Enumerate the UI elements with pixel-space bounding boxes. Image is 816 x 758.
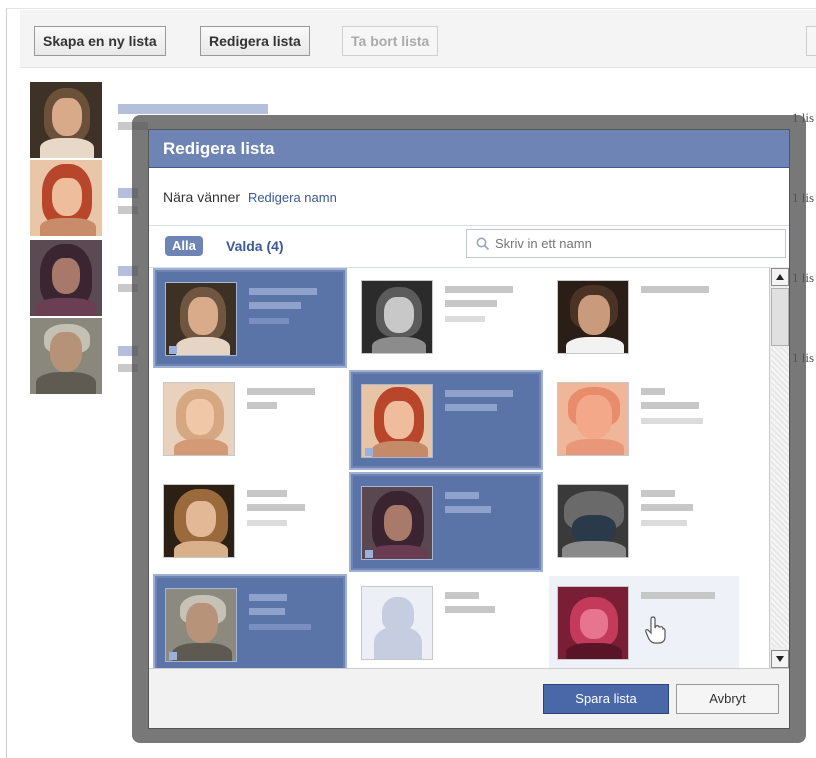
hand-cursor-icon	[645, 616, 666, 644]
selected-check-icon	[365, 550, 373, 558]
cancel-button[interactable]: Avbryt	[676, 684, 779, 714]
friend-network	[641, 418, 703, 424]
friend-photo	[361, 486, 433, 560]
friend-network	[247, 520, 287, 526]
friend-photo	[557, 586, 629, 660]
friend-photo	[163, 484, 235, 558]
friend-tile[interactable]	[351, 474, 541, 570]
friend-name	[641, 286, 709, 293]
friend-name	[641, 388, 665, 395]
friend-tile[interactable]	[155, 270, 345, 366]
list-name: Nära vänner	[163, 189, 241, 205]
list-member-name[interactable]	[118, 104, 268, 114]
save-list-button[interactable]: Spara lista	[543, 684, 669, 714]
filter-selected-tab[interactable]: Valda (4)	[226, 236, 284, 256]
friend-photo	[557, 382, 629, 456]
selected-check-icon	[169, 346, 177, 354]
friend-name	[247, 490, 287, 497]
filter-row: Alla Valda (4)	[149, 226, 789, 266]
friend-name	[641, 504, 693, 511]
friend-network	[247, 402, 277, 409]
friend-tile[interactable]	[155, 474, 345, 570]
scroll-up-arrow-icon[interactable]	[771, 268, 789, 286]
friend-tile[interactable]	[549, 372, 739, 468]
friend-name	[249, 608, 285, 615]
friend-tile[interactable]	[549, 270, 739, 366]
selected-check-icon	[365, 448, 373, 456]
friend-photo	[163, 382, 235, 456]
friend-network	[249, 624, 311, 630]
friend-photo	[557, 280, 629, 354]
friend-name	[247, 388, 315, 395]
friend-name	[445, 592, 479, 599]
delete-list-button[interactable]: Ta bort lista	[342, 26, 439, 56]
friend-name	[445, 390, 513, 397]
friend-tile[interactable]	[353, 270, 543, 366]
friend-photo	[165, 282, 237, 356]
filter-all-tab[interactable]: Alla	[165, 236, 203, 256]
edit-list-dialog: Redigera lista Nära vänner Redigera namn…	[148, 129, 790, 729]
friend-name	[641, 490, 675, 497]
friend-network	[641, 520, 687, 526]
friend-network	[249, 318, 289, 324]
list-member-avatar[interactable]	[30, 160, 102, 236]
friend-search-input[interactable]	[493, 233, 773, 254]
selected-check-icon	[169, 652, 177, 660]
friend-photo	[557, 484, 629, 558]
friend-name	[445, 404, 497, 411]
friend-name	[445, 286, 513, 293]
list-member-avatar[interactable]	[30, 240, 102, 316]
scroll-thumb[interactable]	[771, 288, 789, 346]
friend-name	[445, 606, 495, 613]
friend-name	[249, 288, 317, 295]
friend-photo	[361, 586, 433, 660]
scroll-down-arrow-icon[interactable]	[771, 650, 789, 668]
list-name-row: Nära vänner Redigera namn	[149, 168, 789, 226]
friend-name	[445, 506, 491, 513]
toolbar-overflow-button[interactable]	[806, 26, 816, 56]
friends-grid	[149, 267, 769, 669]
friend-name	[641, 592, 715, 599]
dialog-title: Redigera lista	[149, 130, 789, 168]
friend-name	[249, 302, 301, 309]
dialog-footer: Spara lista Avbryt	[149, 668, 789, 728]
friend-name	[445, 492, 479, 499]
friends-scrollbar[interactable]	[769, 267, 789, 669]
friend-name	[247, 504, 305, 511]
friend-photo	[361, 384, 433, 458]
friend-search-box[interactable]	[466, 229, 786, 258]
friend-name	[445, 300, 497, 307]
friend-photo	[361, 280, 433, 354]
scroll-track[interactable]	[771, 347, 789, 647]
friend-tile[interactable]	[353, 576, 543, 669]
list-member-avatar[interactable]	[30, 318, 102, 394]
friend-name	[641, 402, 699, 409]
search-icon	[476, 237, 490, 251]
friend-photo	[165, 588, 237, 662]
create-list-button[interactable]: Skapa en ny lista	[34, 26, 166, 56]
rename-list-link[interactable]: Redigera namn	[248, 190, 337, 205]
friend-tile[interactable]	[549, 474, 739, 570]
friend-network	[445, 316, 485, 322]
list-member-avatar[interactable]	[30, 82, 102, 158]
friend-tile[interactable]	[351, 372, 541, 468]
edit-list-button[interactable]: Redigera lista	[200, 26, 310, 56]
lists-toolbar: Skapa en ny lista Redigera lista Ta bort…	[20, 10, 816, 68]
friend-tile[interactable]	[155, 372, 345, 468]
friend-tile[interactable]	[155, 576, 345, 669]
friend-name	[249, 594, 287, 601]
